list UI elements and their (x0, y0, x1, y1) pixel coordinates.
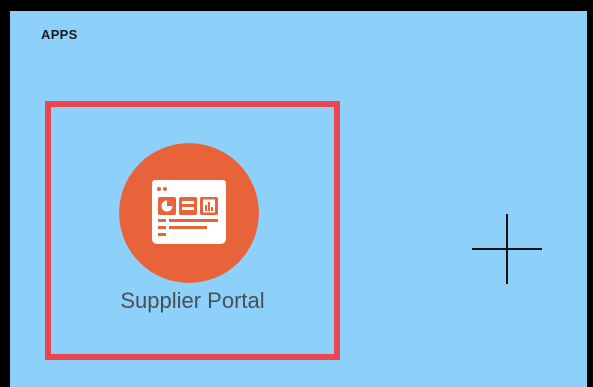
apps-panel: APPS Supplier Portal (0, 0, 593, 387)
dashboard-window-icon (119, 143, 259, 283)
app-tile-label: Supplier Portal (120, 288, 265, 313)
plus-icon[interactable] (472, 214, 542, 284)
section-title: APPS (41, 27, 78, 42)
app-tile-supplier-portal[interactable]: Supplier Portal (45, 101, 340, 360)
